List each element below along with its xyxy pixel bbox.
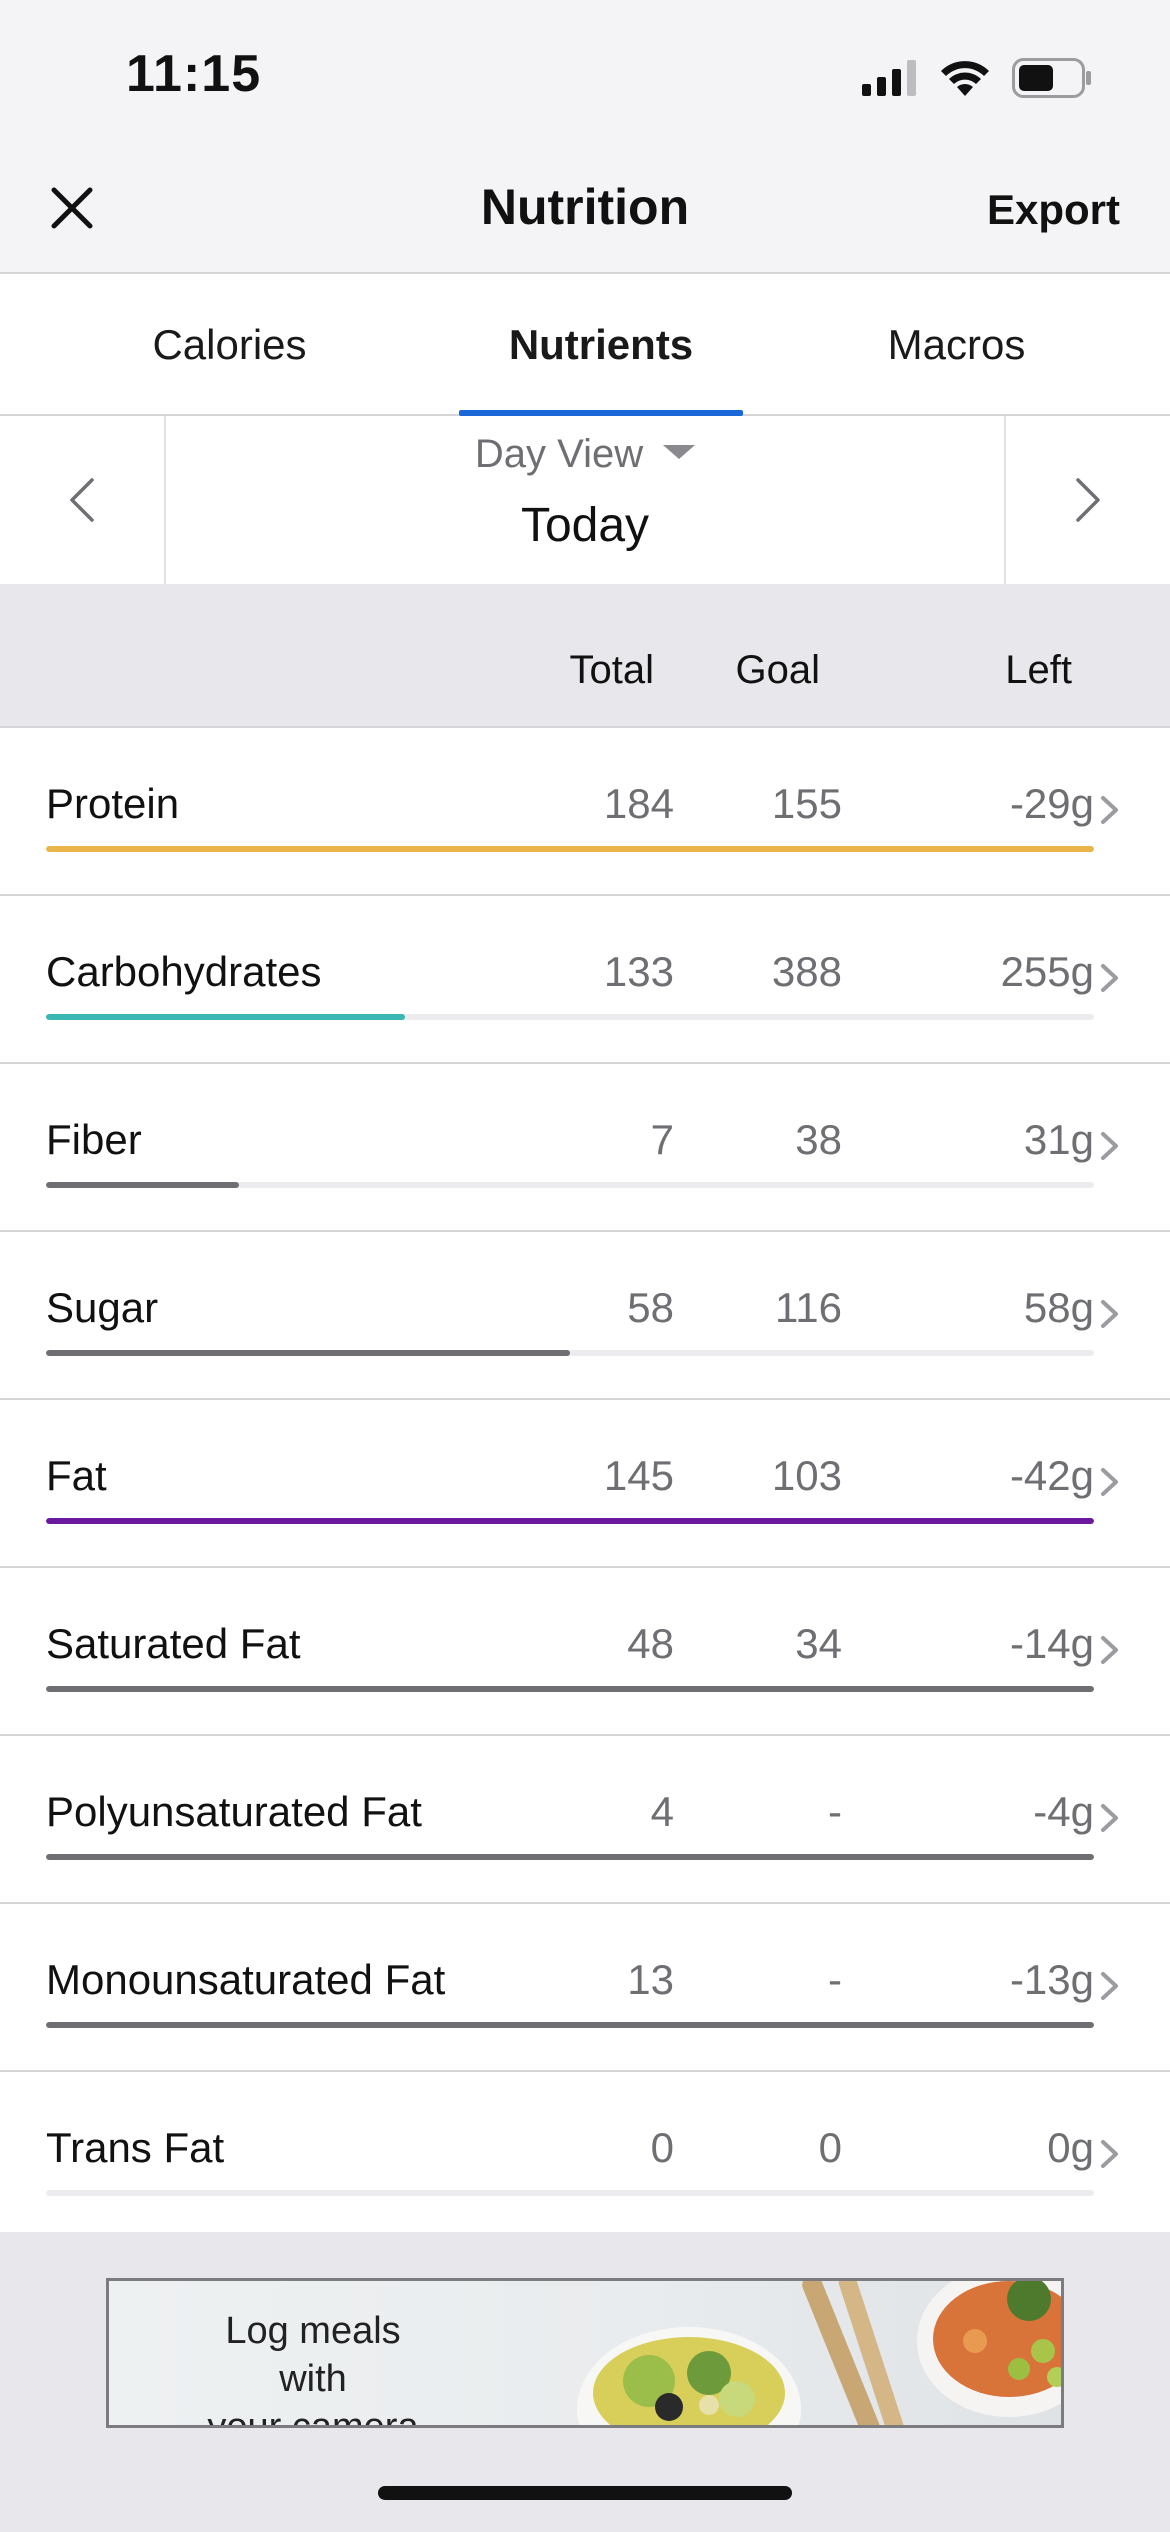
nutrient-goal: 34 <box>795 1620 842 1667</box>
nutrient-left: 255g <box>1000 948 1094 995</box>
progress-track <box>46 1854 1094 1860</box>
bottom-area: Log meals with your camera <box>0 2232 1170 2532</box>
next-day-button[interactable] <box>1004 416 1170 584</box>
nutrient-row-monounsaturated-fat[interactable]: Monounsaturated Fat 13 - -13g <box>0 1904 1170 2072</box>
nutrient-goal: 155 <box>771 780 842 827</box>
progress-track <box>46 1014 1094 1020</box>
nutrient-total: 133 <box>603 948 674 995</box>
progress-fill <box>46 2022 1094 2028</box>
progress-fill <box>46 1854 1094 1860</box>
nutrient-goal: - <box>828 1788 842 1835</box>
nutrient-row-fat[interactable]: Fat 145 103 -42g <box>0 1400 1170 1568</box>
nutrient-total: 145 <box>603 1452 674 1499</box>
nutrient-total: 58 <box>627 1284 674 1331</box>
status-icons <box>862 56 1092 100</box>
nutrient-left: -29g <box>1009 780 1094 827</box>
nutrient-left: 31g <box>1023 1116 1094 1163</box>
progress-track <box>46 1182 1094 1188</box>
nutrient-name: Fat <box>46 1452 107 1499</box>
nutrient-total: 13 <box>627 1956 674 2003</box>
nutrient-left: -14g <box>1009 1620 1094 1667</box>
chevron-right-icon <box>1101 1132 1118 1160</box>
chevron-right-icon <box>1101 1636 1118 1664</box>
status-time: 11:15 <box>126 45 262 103</box>
progress-track <box>46 1686 1094 1692</box>
nav-header: Nutrition Export <box>0 150 1170 274</box>
progress-fill <box>46 1686 1094 1692</box>
nutrient-name: Monounsaturated Fat <box>46 1956 446 2003</box>
export-button[interactable]: Export <box>987 186 1120 234</box>
nutrient-left: 0g <box>1047 2124 1094 2171</box>
tab-nutrients[interactable]: Nutrients <box>459 274 743 416</box>
nutrient-row-fiber[interactable]: Fiber 7 38 31g <box>0 1064 1170 1232</box>
cellular-signal-icon <box>862 60 916 96</box>
nutrient-row-protein[interactable]: Protein 184 155 -29g <box>0 728 1170 896</box>
progress-fill <box>46 1182 239 1188</box>
home-indicator <box>378 2486 792 2500</box>
nutrient-list: Protein 184 155 -29g Carbohydrates 133 388 255g… <box>0 728 1170 2240</box>
nutrient-row-polyunsaturated-fat[interactable]: Polyunsaturated Fat 4 - -4g <box>0 1736 1170 1904</box>
nutrient-total: 4 <box>650 1788 674 1835</box>
nutrient-left: -42g <box>1009 1452 1094 1499</box>
chevron-right-icon <box>1101 964 1118 992</box>
nutrient-total: 0 <box>650 2124 674 2171</box>
battery-icon <box>1012 58 1091 98</box>
column-header-left: Left <box>1005 648 1072 692</box>
nutrient-goal: 116 <box>775 1284 842 1331</box>
nutrient-name: Carbohydrates <box>46 948 322 995</box>
chevron-right-icon <box>1101 796 1118 824</box>
nutrient-total: 48 <box>627 1620 674 1667</box>
nutrient-name: Sugar <box>46 1284 159 1331</box>
progress-fill <box>46 1350 570 1356</box>
nutrient-goal: 38 <box>795 1116 842 1163</box>
column-header-row: Total Goal Left <box>0 584 1170 728</box>
column-header-goal: Goal <box>735 648 821 692</box>
caret-down-icon <box>663 445 696 460</box>
date-navigator: Day View Today <box>0 416 1170 584</box>
progress-fill <box>46 846 1094 852</box>
chevron-right-icon <box>1101 1300 1118 1328</box>
chevron-right-icon <box>1101 2140 1118 2168</box>
tab-macros[interactable]: Macros <box>743 274 1170 416</box>
tab-calories[interactable]: Calories <box>0 274 459 416</box>
view-mode-label: Day View <box>474 432 644 476</box>
progress-track <box>46 2022 1094 2028</box>
nutrient-goal: - <box>828 1956 842 2003</box>
nutrient-name: Protein <box>46 780 180 827</box>
nutrient-left: 58g <box>1023 1284 1094 1331</box>
chevron-right-icon <box>1101 1468 1118 1496</box>
progress-track <box>46 2190 1094 2196</box>
tab-bar: Calories Nutrients Macros <box>0 274 1170 416</box>
nutrient-total: 7 <box>650 1116 674 1163</box>
nutrient-name: Saturated Fat <box>46 1620 301 1667</box>
selected-day-label: Today <box>520 499 650 552</box>
progress-fill <box>46 1014 406 1020</box>
progress-fill <box>46 1518 1094 1524</box>
nutrient-goal: 388 <box>771 948 842 995</box>
nutrient-name: Trans Fat <box>46 2124 225 2171</box>
progress-track <box>46 1350 1094 1356</box>
nutrient-row-trans-fat[interactable]: Trans Fat 0 0 0g <box>0 2072 1170 2240</box>
chevron-right-icon <box>1101 1972 1118 2000</box>
nutrient-row-sugar[interactable]: Sugar 58 116 58g <box>0 1232 1170 1400</box>
nutrient-name: Fiber <box>46 1116 142 1163</box>
nutrient-left: -4g <box>1033 1788 1094 1835</box>
nutrient-goal: 103 <box>771 1452 842 1499</box>
chevron-right-icon <box>1076 478 1100 522</box>
progress-track <box>46 1518 1094 1524</box>
wifi-icon <box>941 61 989 96</box>
column-header-total: Total <box>569 648 655 692</box>
nutrient-left: -13g <box>1009 1956 1094 2003</box>
view-mode-dropdown[interactable]: Day View <box>0 432 1170 477</box>
nutrient-name: Polyunsaturated Fat <box>46 1788 422 1835</box>
chevron-right-icon <box>1101 1804 1118 1832</box>
nutrient-total: 184 <box>603 780 674 827</box>
nutrient-row-saturated-fat[interactable]: Saturated Fat 48 34 -14g <box>0 1568 1170 1736</box>
status-bar: 11:15 <box>0 0 1170 150</box>
nutrient-goal: 0 <box>818 2124 842 2171</box>
food-bowl-image <box>577 2281 1061 2425</box>
ad-banner[interactable]: Log meals with your camera <box>106 2278 1064 2428</box>
nutrient-row-carbohydrates[interactable]: Carbohydrates 133 388 255g <box>0 896 1170 1064</box>
progress-track <box>46 846 1094 852</box>
